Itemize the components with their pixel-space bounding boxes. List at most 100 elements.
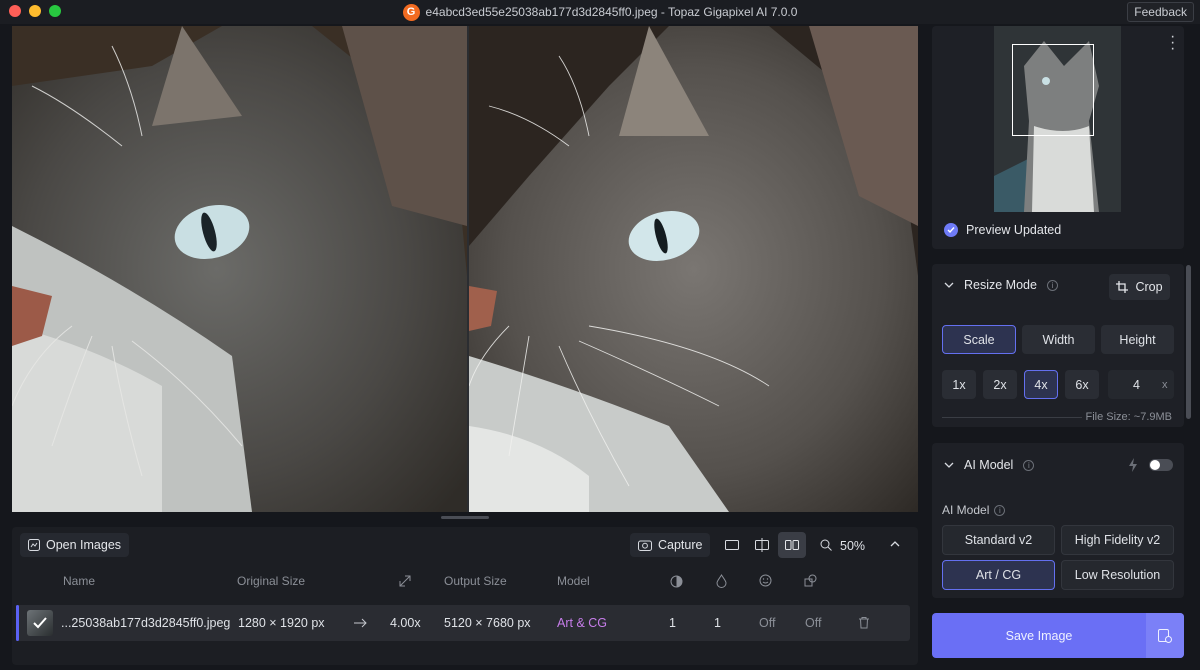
capture-label: Capture [658,538,703,552]
preview-status-label: Preview Updated [966,223,1062,237]
expand-arrows-icon [399,575,411,587]
zoom-window-button[interactable] [49,5,61,17]
table-row[interactable]: ...25038ab177d3d2845ff0.jpeg 1280 × 1920… [16,605,910,641]
row-model[interactable]: Art & CG [557,616,607,630]
open-images-button[interactable]: Open Images [20,533,130,557]
app-logo-icon: G [402,3,420,21]
ai-model-label-text: AI Model [942,503,990,517]
window-title-wrap: G e4abcd3ed55e25038ab177d3d2845ff0.jpeg … [402,3,798,21]
window-controls [9,5,61,17]
row-value-1: 1 [669,616,676,630]
crop-button[interactable]: Crop [1109,274,1170,300]
export-settings-icon [1158,628,1172,643]
preview-status: Preview Updated [944,223,1061,237]
navigator-thumbnail[interactable] [994,26,1121,212]
row-original-size: 1280 × 1920 px [238,616,325,630]
crop-icon [1116,281,1129,293]
original-cat-image [12,26,467,512]
progress-track [942,417,1082,418]
header-original-size[interactable]: Original Size [237,574,305,588]
camera-icon [638,540,652,551]
export-settings-button[interactable] [1146,613,1184,658]
info-icon[interactable]: i [994,504,1006,516]
zoom-level[interactable]: 50% [840,539,865,553]
custom-multiplier-value: 4 [1133,378,1140,392]
ai-model-toggle[interactable] [1149,459,1173,471]
chevron-up-icon[interactable] [890,540,900,547]
custom-multiplier-input[interactable]: 4 x [1108,370,1174,399]
mode-height-button[interactable]: Height [1101,325,1174,354]
header-output-size[interactable]: Output Size [444,574,507,588]
ai-model-title: AI Model [964,458,1014,472]
lightning-icon[interactable] [1128,458,1138,472]
navigator-panel: · · · Preview Updated [932,26,1184,249]
title-bar: G e4abcd3ed55e25038ab177d3d2845ff0.jpeg … [0,0,1200,24]
single-view-button[interactable] [718,532,746,558]
row-thumbnail [27,610,53,636]
window-title: e4abcd3ed55e25038ab177d3d2845ff0.jpeg - … [425,5,798,19]
row-file-name: ...25038ab177d3d2845ff0.jpeg [61,616,231,630]
crop-label: Crop [1135,280,1163,294]
panel-resize-handle[interactable] [441,516,489,519]
mode-scale-button[interactable]: Scale [942,325,1016,354]
table-header: Name Original Size Output Size Model [12,567,918,595]
multiplier-1x-button[interactable]: 1x [942,370,976,399]
droplet-icon [716,574,727,588]
image-add-icon [28,539,40,551]
chevron-down-icon[interactable] [944,282,954,289]
info-icon[interactable]: i [1046,279,1058,291]
queue-toolbar: Open Images Capture 50% [12,527,918,563]
image-queue-panel: Open Images Capture 50% Name Original Si… [12,527,918,665]
chevron-down-icon[interactable] [944,462,954,469]
row-output-size: 5120 × 7680 px [444,616,531,630]
navigator-viewport-box[interactable] [1012,44,1094,136]
arrow-right-icon [354,618,367,628]
file-size-estimate: File Size: ~7.9MB [1085,411,1172,423]
model-art-cg-button[interactable]: Art / CG [942,560,1055,590]
zoom-icon[interactable] [820,539,832,551]
side-by-side-view-button[interactable] [778,532,806,558]
enhanced-preview-pane[interactable] [469,26,918,512]
close-window-button[interactable] [9,5,21,17]
ai-model-header[interactable]: AI Model i [944,458,1035,472]
row-value-2: 1 [714,616,721,630]
check-circle-icon [944,223,958,237]
more-options-icon[interactable]: · · · [1170,29,1175,57]
comparison-viewer[interactable] [12,26,918,512]
trash-icon[interactable] [858,616,870,629]
multiplier-2x-button[interactable]: 2x [983,370,1017,399]
resize-mode-panel: Resize Mode i Crop Scale Width Height 1x… [932,264,1184,427]
save-image-button[interactable]: Save Image [932,613,1184,658]
resize-mode-title: Resize Mode [964,278,1037,292]
model-high-fidelity-v2-button[interactable]: High Fidelity v2 [1061,525,1174,555]
contrast-icon [670,575,683,588]
info-icon[interactable]: i [1023,459,1035,471]
ai-model-label: AI Model i [942,503,1006,517]
minimize-window-button[interactable] [29,5,41,17]
row-value-4: Off [805,616,822,630]
row-scale: 4.00x [390,616,421,630]
mode-width-button[interactable]: Width [1022,325,1095,354]
open-images-label: Open Images [46,538,122,552]
row-value-3: Off [759,616,776,630]
custom-multiplier-unit: x [1162,379,1168,391]
header-name[interactable]: Name [63,574,95,588]
multiplier-4x-button[interactable]: 4x [1024,370,1058,399]
enhanced-cat-image [469,26,918,512]
single-view-icon [725,540,739,550]
face-icon [759,574,772,587]
capture-button[interactable]: Capture [630,533,711,557]
multiplier-6x-button[interactable]: 6x [1065,370,1099,399]
header-model[interactable]: Model [557,574,590,588]
original-preview-pane[interactable] [12,26,467,512]
sidebar-scrollbar[interactable] [1186,265,1191,419]
feedback-button[interactable]: Feedback [1127,2,1194,22]
checkmark-icon [33,617,47,629]
save-image-label: Save Image [1005,628,1073,643]
resize-mode-header[interactable]: Resize Mode i [944,278,1058,292]
model-low-resolution-button[interactable]: Low Resolution [1061,560,1174,590]
model-standard-v2-button[interactable]: Standard v2 [942,525,1055,555]
ai-model-panel: AI Model i AI Model i Standard v2 High F… [932,443,1184,598]
side-by-side-icon [785,540,799,550]
split-view-button[interactable] [748,532,776,558]
